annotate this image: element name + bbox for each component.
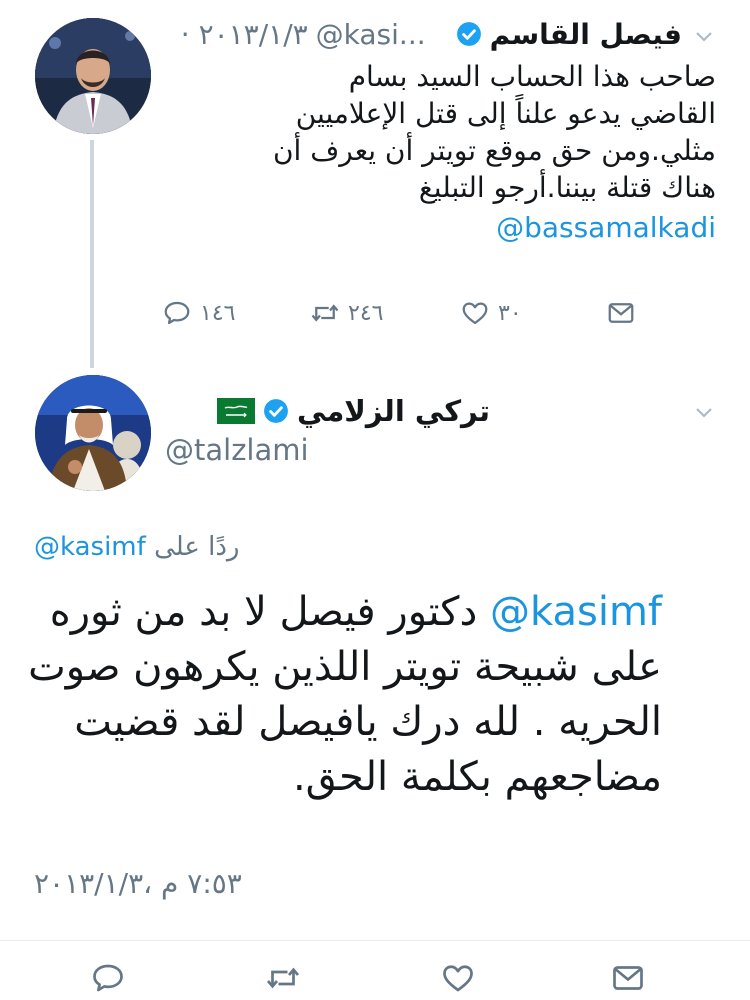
tweet-text-line: مثلي.ومن حق موقع تويتر أن يعرف أن (272, 134, 716, 167)
saudi-flag-icon (217, 398, 255, 424)
retweet-button[interactable] (265, 960, 309, 996)
replying-prefix: ردًا على (154, 532, 240, 562)
mention-link[interactable]: @kasimf (490, 589, 662, 635)
tweet-text-line: القاضي يدعو علناً إلى قتل الإعلاميين (295, 97, 716, 130)
tweet-text-line: الحريه . لله درك يافيصل لقد قضيت (74, 699, 662, 745)
tweet-text-line: هناك قتلة بيننا.أرجو التبليغ (418, 171, 716, 204)
tweet-text-segment: دكتور فيصل لا بد من ثوره (49, 589, 491, 635)
tweet-text-line: مضاجعهم بكلمة الحق. (292, 754, 662, 800)
profile-photo-icon (35, 18, 151, 134)
mention-link[interactable]: @bassamalkadi (171, 209, 716, 246)
like-button[interactable]: ٣٠ (460, 295, 522, 331)
thread-connector-line (90, 140, 94, 368)
heart-icon (462, 302, 488, 325)
envelope-icon (608, 303, 634, 323)
divider (0, 940, 750, 941)
like-count: ٣٠ (498, 300, 522, 326)
tweet-header: فيصل القاسم @kasi... ٢٠١٣/١/٣ · (181, 14, 682, 54)
verified-badge-icon (456, 22, 481, 46)
tweet-text: صاحب هذا الحساب السيد بسام القاضي يدعو ع… (171, 58, 716, 246)
author-handle[interactable]: @talzlami (165, 433, 309, 467)
avatar[interactable] (35, 375, 151, 491)
tweet-header: تركي الزلامي (207, 391, 490, 431)
tweet-actions (90, 960, 690, 1000)
tweet-text-line: صاحب هذا الحساب السيد بسام (348, 60, 716, 93)
tweet-actions: ١٤٦ ٢٤٦ ٣٠ (162, 295, 642, 331)
tweet-text: @kasimf دكتور فيصل لا بد من ثوره على شبي… (22, 585, 662, 805)
replying-to-link[interactable]: @kasimf (34, 532, 146, 562)
like-button[interactable] (440, 960, 484, 996)
tweet-timestamp[interactable]: ٧:٥٣ م ،٢٠١٣/١/٣ (34, 867, 242, 900)
retweet-icon (266, 967, 300, 989)
retweet-icon (311, 304, 339, 322)
reply-icon (93, 964, 123, 992)
tweet-text-line: على شبيحة تويتر اللذين يكرهون صوت (28, 644, 662, 690)
verified-badge-icon (264, 399, 288, 423)
reply-count: ١٤٦ (200, 300, 236, 326)
retweet-count: ٢٤٦ (348, 300, 384, 326)
reply-button[interactable] (90, 960, 134, 996)
author-handle[interactable]: @kasi... (316, 18, 426, 51)
envelope-icon (613, 966, 643, 990)
author-name[interactable]: فيصل القاسم (490, 18, 682, 51)
direct-message-button[interactable] (610, 960, 654, 996)
tweet-date[interactable]: ٢٠١٣/١/٣ · (181, 18, 308, 51)
chevron-down-icon[interactable] (694, 26, 714, 46)
retweet-button[interactable]: ٢٤٦ (310, 295, 383, 331)
avatar[interactable] (35, 18, 151, 134)
heart-icon (443, 965, 473, 992)
replying-to: ردًا على @kasimf (34, 532, 239, 562)
profile-photo-icon (35, 375, 151, 491)
direct-message-button[interactable] (606, 295, 644, 331)
reply-icon (164, 301, 190, 325)
author-name[interactable]: تركي الزلامي (297, 394, 490, 428)
reply-button[interactable]: ١٤٦ (162, 295, 235, 331)
chevron-down-icon[interactable] (694, 402, 714, 422)
tweet-text-line: @kasimf دكتور فيصل لا بد من ثوره (22, 585, 662, 640)
